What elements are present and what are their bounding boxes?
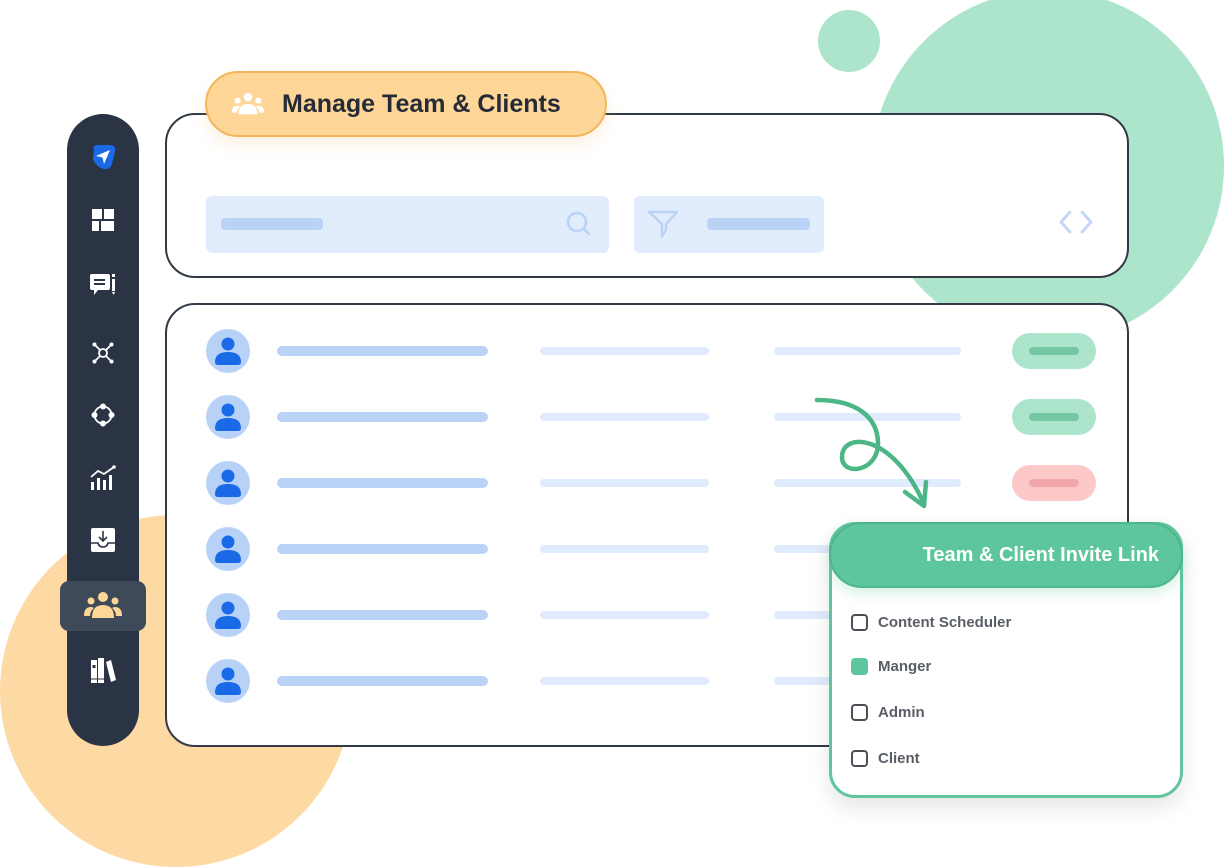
avatar [206, 395, 250, 439]
status-badge-bar [1029, 479, 1079, 487]
avatar [206, 461, 250, 505]
status-badge-inactive [1012, 465, 1096, 501]
name-placeholder [277, 346, 488, 356]
detail-placeholder [540, 545, 709, 553]
sidebar-item-dashboard[interactable] [67, 196, 139, 244]
analytics-icon [90, 465, 116, 490]
filter-placeholder [707, 218, 810, 230]
table-row[interactable] [167, 327, 1127, 377]
team-icon [231, 92, 265, 115]
role-label: Admin [878, 704, 925, 721]
role-option[interactable]: Manger [851, 658, 931, 675]
filter-dropdown[interactable] [634, 196, 824, 253]
detail-placeholder [540, 413, 709, 421]
table-row[interactable] [167, 459, 1127, 509]
avatar [206, 593, 250, 637]
sidebar-item-analytics[interactable] [67, 454, 139, 502]
sidebar-item-downloads[interactable] [67, 516, 139, 564]
pager [1058, 210, 1094, 234]
name-placeholder [277, 412, 488, 422]
detail-placeholder [540, 347, 709, 355]
search-input[interactable] [206, 196, 609, 253]
status-badge-bar [1029, 413, 1079, 421]
curved-arrow-icon [814, 397, 929, 509]
sidebar [60, 114, 146, 746]
toolbar-panel [165, 113, 1129, 278]
invite-card-header: Team & Client Invite Link [829, 522, 1183, 588]
search-placeholder [221, 218, 323, 230]
sidebar-item-publish[interactable] [67, 133, 139, 181]
user-icon [215, 469, 241, 497]
role-option[interactable]: Client [851, 750, 920, 767]
role-checkbox[interactable] [851, 704, 868, 721]
user-icon [215, 667, 241, 695]
avatar [206, 329, 250, 373]
role-label: Content Scheduler [878, 614, 1012, 631]
user-icon [215, 535, 241, 563]
user-icon [215, 601, 241, 629]
sidebar-item-comments[interactable] [67, 262, 139, 310]
search-icon[interactable] [565, 210, 593, 238]
invite-card-title: Team & Client Invite Link [922, 543, 1159, 566]
detail-placeholder [540, 479, 709, 487]
chevron-left-icon[interactable] [1058, 210, 1072, 234]
page-title-badge: Manage Team & Clients [205, 71, 607, 137]
status-badge-active [1012, 333, 1096, 369]
detail-placeholder [540, 611, 709, 619]
role-checkbox[interactable] [851, 658, 868, 675]
role-label: Client [878, 750, 920, 767]
sidebar-item-team[interactable] [60, 581, 146, 631]
filter-icon [647, 210, 679, 238]
inbox-download-icon [91, 528, 115, 552]
sidebar-item-library[interactable] [67, 647, 139, 695]
user-icon [215, 337, 241, 365]
detail-placeholder [774, 347, 961, 355]
nodes-icon [91, 403, 115, 427]
detail-placeholder [540, 677, 709, 685]
page-title: Manage Team & Clients [282, 89, 561, 118]
comment-edit-icon [90, 274, 115, 295]
user-icon [215, 403, 241, 431]
send-icon [93, 145, 116, 170]
status-badge-active [1012, 399, 1096, 435]
status-badge-bar [1029, 347, 1079, 355]
dashboard-icon [92, 209, 114, 231]
name-placeholder [277, 478, 488, 488]
chevron-right-icon[interactable] [1080, 210, 1094, 234]
name-placeholder [277, 610, 488, 620]
role-option[interactable]: Admin [851, 704, 925, 721]
sidebar-item-nodes[interactable] [67, 391, 139, 439]
role-option[interactable]: Content Scheduler [851, 614, 1011, 631]
avatar [206, 527, 250, 571]
role-checkbox[interactable] [851, 614, 868, 631]
network-icon [92, 342, 114, 364]
role-checkbox[interactable] [851, 750, 868, 767]
name-placeholder [277, 544, 488, 554]
role-label: Manger [878, 658, 932, 675]
team-icon [84, 592, 122, 618]
decor-circle-green-small [818, 10, 880, 72]
library-icon [91, 658, 116, 683]
avatar [206, 659, 250, 703]
name-placeholder [277, 676, 488, 686]
table-row[interactable] [167, 393, 1127, 443]
invite-link-card: Team & Client Invite Link Content Schedu… [829, 522, 1183, 798]
sidebar-item-network[interactable] [67, 329, 139, 377]
